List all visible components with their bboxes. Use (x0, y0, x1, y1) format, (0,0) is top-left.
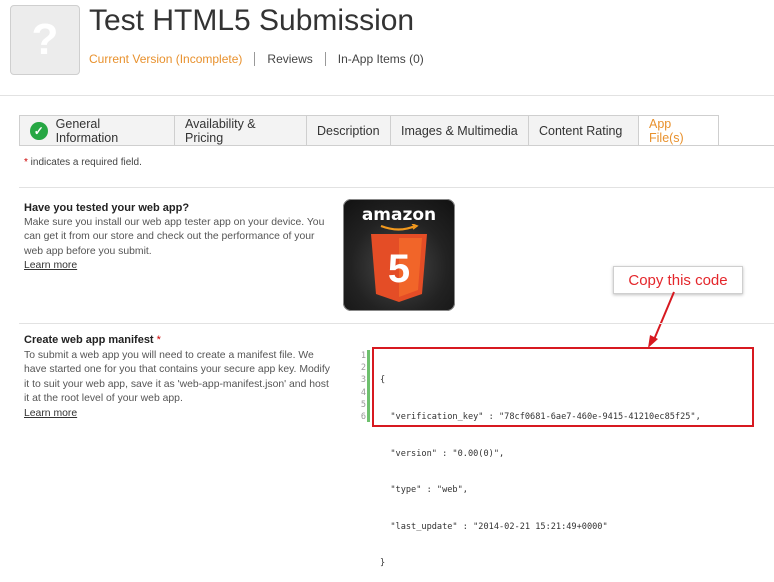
line-number: 5 (360, 399, 366, 410)
manifest-code[interactable]: { "verification_key" : "78cf0681-6ae7-46… (380, 350, 701, 582)
tested-section-text: Make sure you install our web app tester… (24, 217, 325, 257)
line-number: 3 (360, 375, 366, 386)
amazon-smile-icon (380, 224, 419, 231)
callout-arrow-icon (648, 291, 675, 348)
learn-more-link[interactable]: Learn more (24, 260, 77, 271)
tab-availability-pricing[interactable]: Availability & Pricing (174, 115, 306, 146)
html5-number: 5 (388, 247, 410, 291)
checkmark-icon: ✓ (30, 121, 48, 140)
subnav-in-app-items[interactable]: In-App Items (0) (338, 52, 424, 66)
modified-lines-bar (367, 350, 370, 422)
tested-section-title: Have you tested your web app? (24, 202, 190, 214)
tab-label: Description (317, 123, 380, 138)
tab-images-multimedia[interactable]: Images & Multimedia (390, 115, 528, 146)
amazon-html5-tester-app-icon[interactable]: amazon 5 (343, 199, 455, 311)
tab-general-information[interactable]: ✓ General Information (19, 115, 174, 146)
amazon-logo-text: amazon (361, 205, 437, 225)
manifest-section-body: To submit a web app you will need to cre… (24, 349, 334, 421)
tab-label: General Information (55, 116, 119, 145)
tab-content-rating[interactable]: Content Rating (528, 115, 638, 146)
section-divider (19, 323, 774, 324)
subnav-current-version[interactable]: Current Version (Incomplete) (89, 52, 242, 66)
line-number: 6 (360, 412, 366, 423)
code-line: } (380, 558, 386, 569)
version-subnav: Current Version (Incomplete) Reviews In-… (89, 52, 424, 66)
html5-shield-icon: 5 (371, 234, 427, 302)
code-line: { (380, 375, 386, 386)
app-icon-placeholder: ? (10, 5, 80, 75)
code-line: "last_update" : "2014-02-21 15:21:49+000… (380, 521, 608, 532)
manifest-section-title: Create web app manifest * (24, 334, 161, 346)
learn-more-link[interactable]: Learn more (24, 408, 77, 419)
question-mark-icon: ? (31, 15, 59, 64)
line-number: 2 (360, 363, 366, 374)
code-line-numbers: 1 2 3 4 5 6 (348, 350, 366, 423)
code-line: "version" : "0.00(0)", (380, 448, 505, 459)
subnav-separator (324, 52, 326, 66)
subnav-reviews[interactable]: Reviews (267, 52, 312, 66)
header-divider (0, 95, 774, 96)
tab-app-files[interactable]: App File(s) (638, 115, 719, 146)
required-field-note: * indicates a required field. (24, 157, 142, 168)
manifest-title-text: Create web app manifest (24, 334, 154, 346)
tabs-baseline (19, 145, 774, 146)
required-note-text: indicates a required field. (27, 157, 142, 168)
manifest-section-text: To submit a web app you will need to cre… (24, 350, 330, 405)
tab-label: App File(s) (649, 116, 684, 145)
required-star: * (156, 334, 161, 346)
line-number: 1 (360, 351, 366, 361)
section-divider (19, 187, 774, 188)
submission-tabs: ✓ General Information Availability & Pri… (19, 115, 719, 146)
tab-label: Images & Multimedia (401, 123, 518, 138)
page-title: Test HTML5 Submission (89, 4, 415, 37)
subnav-separator (254, 52, 256, 66)
tested-section-body: Make sure you install our web app tester… (24, 216, 334, 274)
code-line: "verification_key" : "78cf0681-6ae7-460e… (380, 412, 701, 423)
line-number: 4 (360, 387, 366, 398)
tab-label: Content Rating (539, 123, 623, 138)
tab-label: Availability & Pricing (185, 116, 256, 145)
code-line: "type" : "web", (380, 485, 468, 496)
tab-description[interactable]: Description (306, 115, 390, 146)
